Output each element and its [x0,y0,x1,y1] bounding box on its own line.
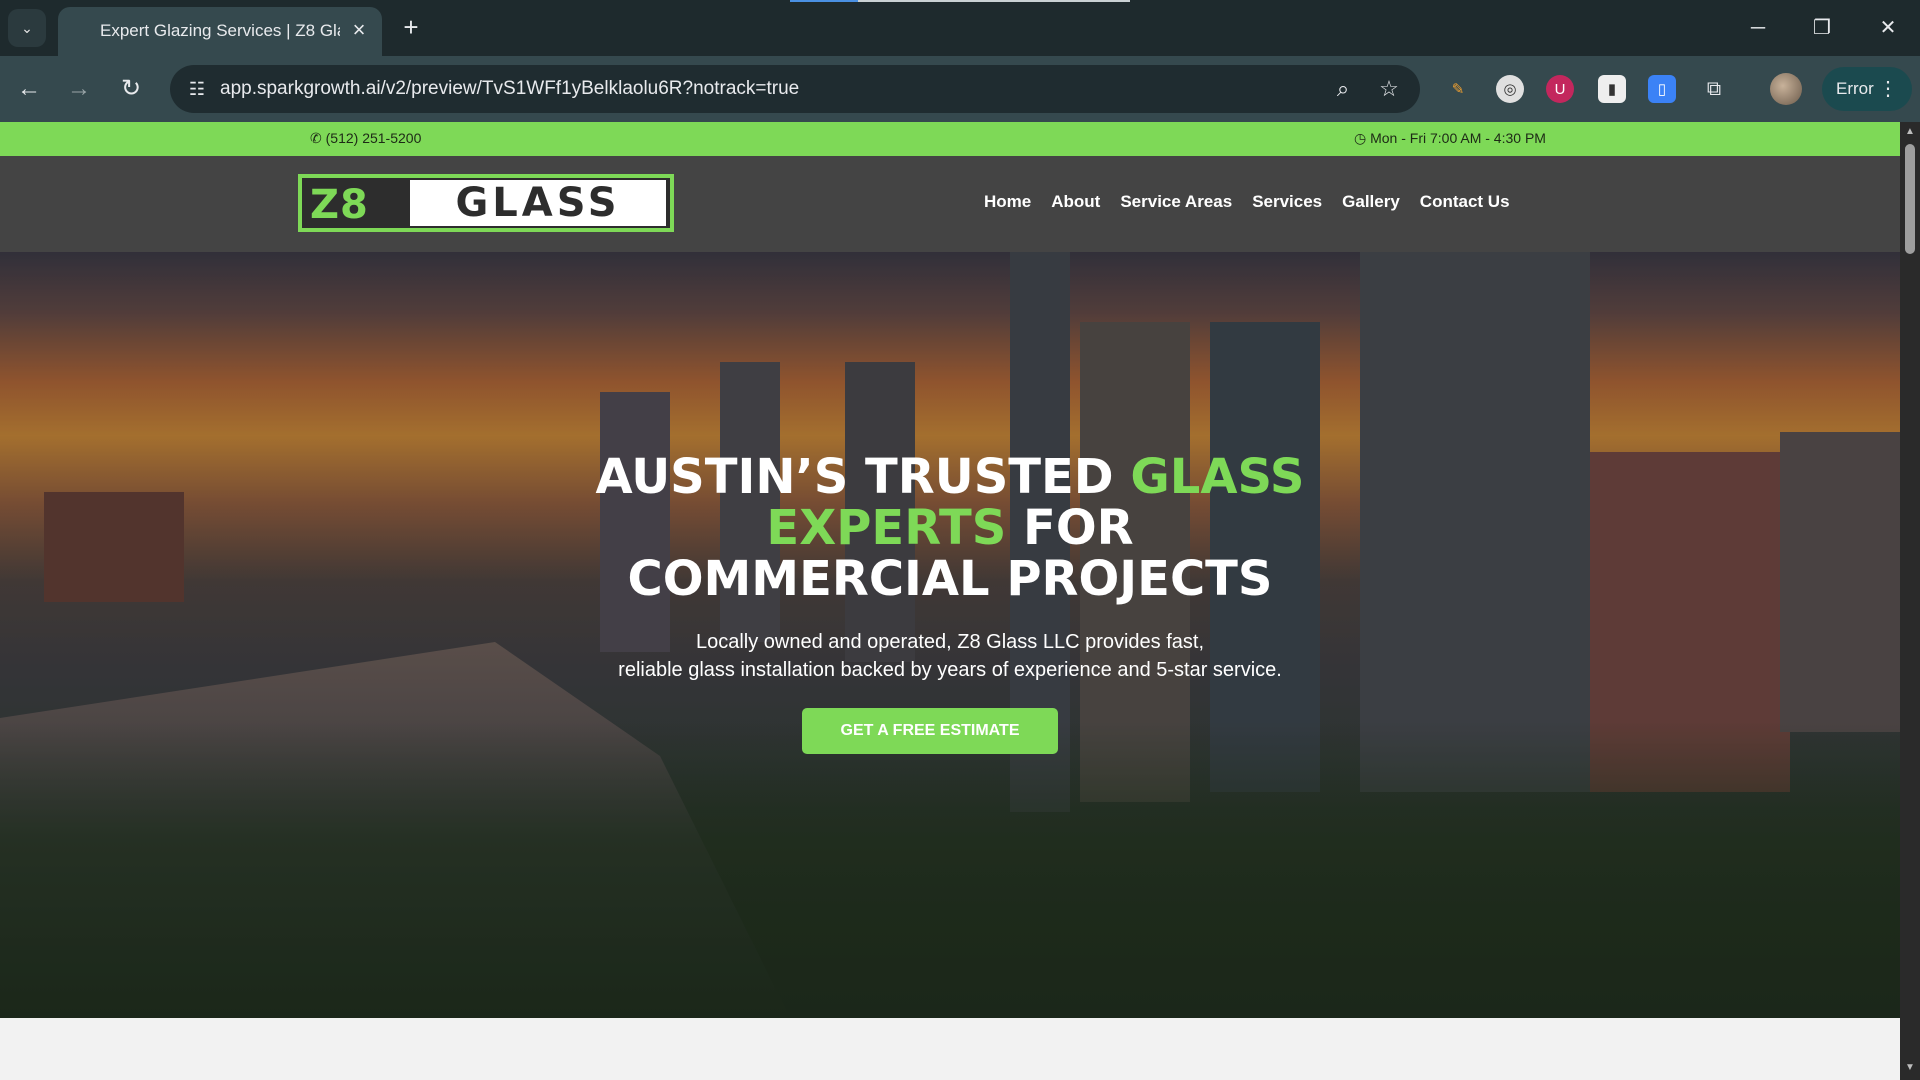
phone-number: (512) 251-5200 [325,130,422,146]
bookmark-star-icon[interactable]: ☆ [1374,74,1404,104]
browser-tab-bar: ⌄ Expert Glazing Services | Z8 Gla × + ─… [0,0,1920,56]
restore-icon[interactable]: ❐ [1802,10,1842,46]
nav-about[interactable]: About [1051,192,1100,212]
tab-title: Expert Glazing Services | Z8 Gla [100,21,340,40]
phone-icon: ✆ [310,130,322,146]
error-label: Error [1836,79,1874,98]
logo-z8: Z8 [310,182,369,228]
nav-contact-us[interactable]: Contact Us [1420,192,1510,212]
hero-subtitle-line2: reliable glass installation backed by ye… [618,659,1282,681]
hero-title-part1: AUSTIN’S TRUSTED [595,449,1131,505]
extensions-puzzle-icon[interactable]: ⧉ [1700,75,1728,103]
logo-glass: GLASS [410,180,666,226]
hero-title-green-2: EXPERTS [766,500,1007,556]
nav-service-areas[interactable]: Service Areas [1120,192,1232,212]
back-icon[interactable]: ← [12,72,46,106]
z8-glass-logo[interactable]: Z8 GLASS [298,174,674,232]
phone-link[interactable]: ✆ (512) 251-5200 [310,130,421,147]
reload-icon[interactable]: ↻ [114,72,148,106]
docs-extension-icon[interactable]: ▯ [1648,75,1676,103]
nav-services[interactable]: Services [1252,192,1322,212]
scroll-up-icon[interactable]: ▲ [1904,126,1916,138]
contact-topbar: ✆ (512) 251-5200 ◷ Mon - Fri 7:00 AM - 4… [0,122,1900,156]
clock-icon: ◷ [1354,130,1367,146]
site-header: Z8 GLASS Home About Service Areas Servic… [0,156,1900,252]
minimize-icon[interactable]: ─ [1738,10,1778,46]
address-bar[interactable]: ☷ app.sparkgrowth.ai/v2/preview/TvS1WFf1… [170,65,1420,113]
tab-search-icon[interactable]: ⌄ [8,9,46,47]
scroll-down-icon[interactable]: ▼ [1904,1062,1916,1074]
hero-title-part2: FOR [1006,500,1134,556]
business-hours: ◷ Mon - Fri 7:00 AM - 4:30 PM [1354,130,1546,147]
nav-home[interactable]: Home [984,192,1031,212]
scroll-thumb[interactable] [1905,144,1915,254]
hero-section: AUSTIN’S TRUSTED GLASS EXPERTS FOR COMME… [0,252,1900,1018]
extension-icon[interactable]: ◎ [1496,75,1524,103]
notes-extension-icon[interactable]: ▮ [1598,75,1626,103]
hero-subtitle-line1: Locally owned and operated, Z8 Glass LLC… [695,631,1205,653]
zoom-icon[interactable]: ⌕ [1328,74,1358,104]
main-nav: Home About Service Areas Services Galler… [984,192,1510,212]
new-tab-icon[interactable]: + [396,12,426,42]
pen-extension-icon[interactable]: ✎ [1444,75,1472,103]
ublock-icon[interactable]: U [1546,75,1574,103]
avatar[interactable] [1770,73,1802,105]
page-scrollbar[interactable]: ▲ ▼ [1900,122,1920,1080]
hero-subtitle: Locally owned and operated, Z8 Glass LLC… [0,628,1900,684]
hours-text: Mon - Fri 7:00 AM - 4:30 PM [1370,130,1546,146]
window-close-icon[interactable]: ✕ [1868,10,1908,46]
close-icon[interactable]: × [348,19,370,41]
browser-toolbar: ← → ↻ ☷ app.sparkgrowth.ai/v2/preview/Tv… [0,56,1920,122]
loading-indicator [790,0,1130,2]
hero-title-green-1: GLASS [1130,449,1305,505]
forward-icon[interactable]: → [62,72,96,106]
menu-dots-icon: ⋮ [1878,78,1898,100]
nav-gallery[interactable]: Gallery [1342,192,1400,212]
profile-error-button[interactable]: Error ⋮ [1822,67,1912,111]
next-section [0,1018,1900,1080]
url-text[interactable]: app.sparkgrowth.ai/v2/preview/TvS1WFf1yB… [220,78,799,100]
hero-title-part3: COMMERCIAL PROJECTS [627,551,1273,607]
site-info-icon[interactable]: ☷ [182,74,212,104]
free-estimate-button[interactable]: GET A FREE ESTIMATE [802,708,1058,754]
hero-title: AUSTIN’S TRUSTED GLASS EXPERTS FOR COMME… [0,452,1900,605]
browser-tab[interactable]: Expert Glazing Services | Z8 Gla × [58,7,382,56]
page-viewport: ✆ (512) 251-5200 ◷ Mon - Fri 7:00 AM - 4… [0,122,1900,1080]
